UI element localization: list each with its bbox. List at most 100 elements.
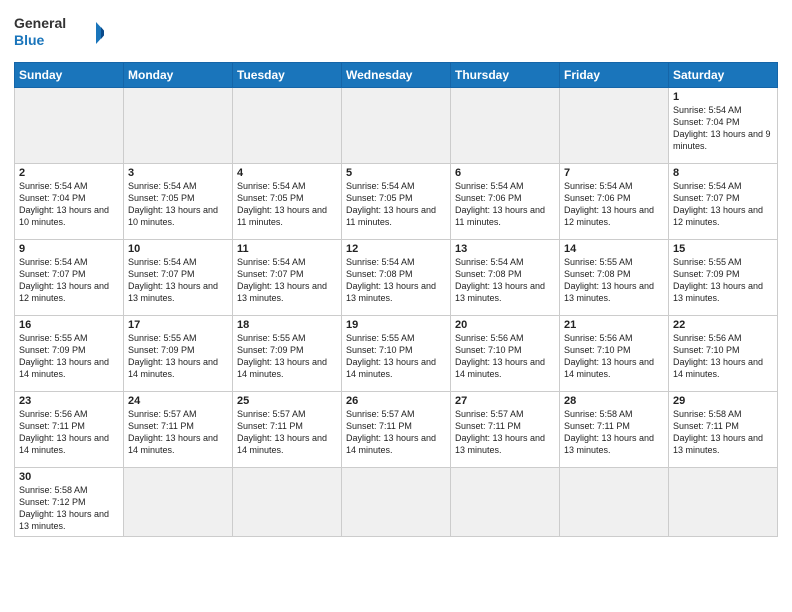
calendar-cell: 23Sunrise: 5:56 AM Sunset: 7:11 PM Dayli… <box>15 392 124 468</box>
day-info: Sunrise: 5:58 AM Sunset: 7:11 PM Dayligh… <box>673 408 773 457</box>
day-number: 15 <box>673 243 773 255</box>
calendar-week-row: 23Sunrise: 5:56 AM Sunset: 7:11 PM Dayli… <box>15 392 778 468</box>
day-info: Sunrise: 5:56 AM Sunset: 7:10 PM Dayligh… <box>564 332 664 381</box>
svg-text:General: General <box>14 15 66 31</box>
calendar-cell: 13Sunrise: 5:54 AM Sunset: 7:08 PM Dayli… <box>451 240 560 316</box>
calendar-cell: 25Sunrise: 5:57 AM Sunset: 7:11 PM Dayli… <box>233 392 342 468</box>
weekday-header-thursday: Thursday <box>451 63 560 88</box>
calendar-table: SundayMondayTuesdayWednesdayThursdayFrid… <box>14 62 778 537</box>
day-info: Sunrise: 5:54 AM Sunset: 7:07 PM Dayligh… <box>237 256 337 305</box>
day-info: Sunrise: 5:58 AM Sunset: 7:11 PM Dayligh… <box>564 408 664 457</box>
calendar-cell: 9Sunrise: 5:54 AM Sunset: 7:07 PM Daylig… <box>15 240 124 316</box>
weekday-header-monday: Monday <box>124 63 233 88</box>
day-number: 19 <box>346 319 446 331</box>
day-info: Sunrise: 5:55 AM Sunset: 7:10 PM Dayligh… <box>346 332 446 381</box>
day-number: 20 <box>455 319 555 331</box>
calendar-cell <box>342 468 451 537</box>
day-number: 22 <box>673 319 773 331</box>
svg-text:Blue: Blue <box>14 32 45 48</box>
day-info: Sunrise: 5:57 AM Sunset: 7:11 PM Dayligh… <box>128 408 228 457</box>
day-number: 12 <box>346 243 446 255</box>
day-info: Sunrise: 5:54 AM Sunset: 7:06 PM Dayligh… <box>455 180 555 229</box>
day-number: 14 <box>564 243 664 255</box>
calendar-cell <box>233 468 342 537</box>
calendar-cell: 27Sunrise: 5:57 AM Sunset: 7:11 PM Dayli… <box>451 392 560 468</box>
day-number: 8 <box>673 167 773 179</box>
calendar-week-row: 9Sunrise: 5:54 AM Sunset: 7:07 PM Daylig… <box>15 240 778 316</box>
calendar-cell: 28Sunrise: 5:58 AM Sunset: 7:11 PM Dayli… <box>560 392 669 468</box>
calendar-cell: 26Sunrise: 5:57 AM Sunset: 7:11 PM Dayli… <box>342 392 451 468</box>
logo-icon: General Blue <box>14 12 104 54</box>
day-number: 27 <box>455 395 555 407</box>
day-number: 1 <box>673 91 773 103</box>
day-number: 6 <box>455 167 555 179</box>
calendar-cell: 3Sunrise: 5:54 AM Sunset: 7:05 PM Daylig… <box>124 164 233 240</box>
weekday-header-wednesday: Wednesday <box>342 63 451 88</box>
calendar-header: SundayMondayTuesdayWednesdayThursdayFrid… <box>15 63 778 88</box>
day-info: Sunrise: 5:55 AM Sunset: 7:09 PM Dayligh… <box>128 332 228 381</box>
day-number: 5 <box>346 167 446 179</box>
day-info: Sunrise: 5:55 AM Sunset: 7:09 PM Dayligh… <box>19 332 119 381</box>
day-info: Sunrise: 5:54 AM Sunset: 7:07 PM Dayligh… <box>673 180 773 229</box>
day-info: Sunrise: 5:54 AM Sunset: 7:05 PM Dayligh… <box>128 180 228 229</box>
day-number: 28 <box>564 395 664 407</box>
calendar-body: 1Sunrise: 5:54 AM Sunset: 7:04 PM Daylig… <box>15 88 778 537</box>
calendar-cell: 15Sunrise: 5:55 AM Sunset: 7:09 PM Dayli… <box>669 240 778 316</box>
weekday-header-friday: Friday <box>560 63 669 88</box>
day-info: Sunrise: 5:54 AM Sunset: 7:06 PM Dayligh… <box>564 180 664 229</box>
day-number: 30 <box>19 471 119 483</box>
day-info: Sunrise: 5:57 AM Sunset: 7:11 PM Dayligh… <box>237 408 337 457</box>
weekday-header-sunday: Sunday <box>15 63 124 88</box>
day-info: Sunrise: 5:56 AM Sunset: 7:10 PM Dayligh… <box>455 332 555 381</box>
day-info: Sunrise: 5:54 AM Sunset: 7:08 PM Dayligh… <box>455 256 555 305</box>
page: General Blue SundayMondayTuesdayWednesda… <box>0 0 792 612</box>
calendar-cell <box>669 468 778 537</box>
calendar-cell: 29Sunrise: 5:58 AM Sunset: 7:11 PM Dayli… <box>669 392 778 468</box>
day-info: Sunrise: 5:55 AM Sunset: 7:08 PM Dayligh… <box>564 256 664 305</box>
calendar-cell: 12Sunrise: 5:54 AM Sunset: 7:08 PM Dayli… <box>342 240 451 316</box>
day-info: Sunrise: 5:54 AM Sunset: 7:07 PM Dayligh… <box>128 256 228 305</box>
calendar-cell: 18Sunrise: 5:55 AM Sunset: 7:09 PM Dayli… <box>233 316 342 392</box>
day-info: Sunrise: 5:54 AM Sunset: 7:08 PM Dayligh… <box>346 256 446 305</box>
day-info: Sunrise: 5:54 AM Sunset: 7:04 PM Dayligh… <box>673 104 773 153</box>
day-number: 10 <box>128 243 228 255</box>
day-number: 29 <box>673 395 773 407</box>
calendar-cell <box>560 468 669 537</box>
calendar-cell: 1Sunrise: 5:54 AM Sunset: 7:04 PM Daylig… <box>669 88 778 164</box>
calendar-cell: 8Sunrise: 5:54 AM Sunset: 7:07 PM Daylig… <box>669 164 778 240</box>
calendar-cell: 5Sunrise: 5:54 AM Sunset: 7:05 PM Daylig… <box>342 164 451 240</box>
day-number: 23 <box>19 395 119 407</box>
day-number: 25 <box>237 395 337 407</box>
calendar-cell: 6Sunrise: 5:54 AM Sunset: 7:06 PM Daylig… <box>451 164 560 240</box>
day-number: 13 <box>455 243 555 255</box>
day-info: Sunrise: 5:54 AM Sunset: 7:05 PM Dayligh… <box>237 180 337 229</box>
day-number: 18 <box>237 319 337 331</box>
day-number: 26 <box>346 395 446 407</box>
calendar-cell: 30Sunrise: 5:58 AM Sunset: 7:12 PM Dayli… <box>15 468 124 537</box>
day-info: Sunrise: 5:56 AM Sunset: 7:10 PM Dayligh… <box>673 332 773 381</box>
calendar-cell: 11Sunrise: 5:54 AM Sunset: 7:07 PM Dayli… <box>233 240 342 316</box>
day-info: Sunrise: 5:54 AM Sunset: 7:05 PM Dayligh… <box>346 180 446 229</box>
calendar-cell: 24Sunrise: 5:57 AM Sunset: 7:11 PM Dayli… <box>124 392 233 468</box>
calendar-cell: 2Sunrise: 5:54 AM Sunset: 7:04 PM Daylig… <box>15 164 124 240</box>
day-info: Sunrise: 5:55 AM Sunset: 7:09 PM Dayligh… <box>673 256 773 305</box>
calendar-cell <box>124 468 233 537</box>
day-info: Sunrise: 5:56 AM Sunset: 7:11 PM Dayligh… <box>19 408 119 457</box>
weekday-header-saturday: Saturday <box>669 63 778 88</box>
calendar-cell: 10Sunrise: 5:54 AM Sunset: 7:07 PM Dayli… <box>124 240 233 316</box>
calendar-cell: 22Sunrise: 5:56 AM Sunset: 7:10 PM Dayli… <box>669 316 778 392</box>
calendar-week-row: 2Sunrise: 5:54 AM Sunset: 7:04 PM Daylig… <box>15 164 778 240</box>
day-number: 11 <box>237 243 337 255</box>
calendar-cell <box>451 468 560 537</box>
day-number: 16 <box>19 319 119 331</box>
day-info: Sunrise: 5:54 AM Sunset: 7:07 PM Dayligh… <box>19 256 119 305</box>
weekday-row: SundayMondayTuesdayWednesdayThursdayFrid… <box>15 63 778 88</box>
weekday-header-tuesday: Tuesday <box>233 63 342 88</box>
day-number: 24 <box>128 395 228 407</box>
calendar-cell: 7Sunrise: 5:54 AM Sunset: 7:06 PM Daylig… <box>560 164 669 240</box>
day-number: 3 <box>128 167 228 179</box>
day-info: Sunrise: 5:54 AM Sunset: 7:04 PM Dayligh… <box>19 180 119 229</box>
calendar-cell: 14Sunrise: 5:55 AM Sunset: 7:08 PM Dayli… <box>560 240 669 316</box>
calendar-cell <box>233 88 342 164</box>
day-number: 2 <box>19 167 119 179</box>
